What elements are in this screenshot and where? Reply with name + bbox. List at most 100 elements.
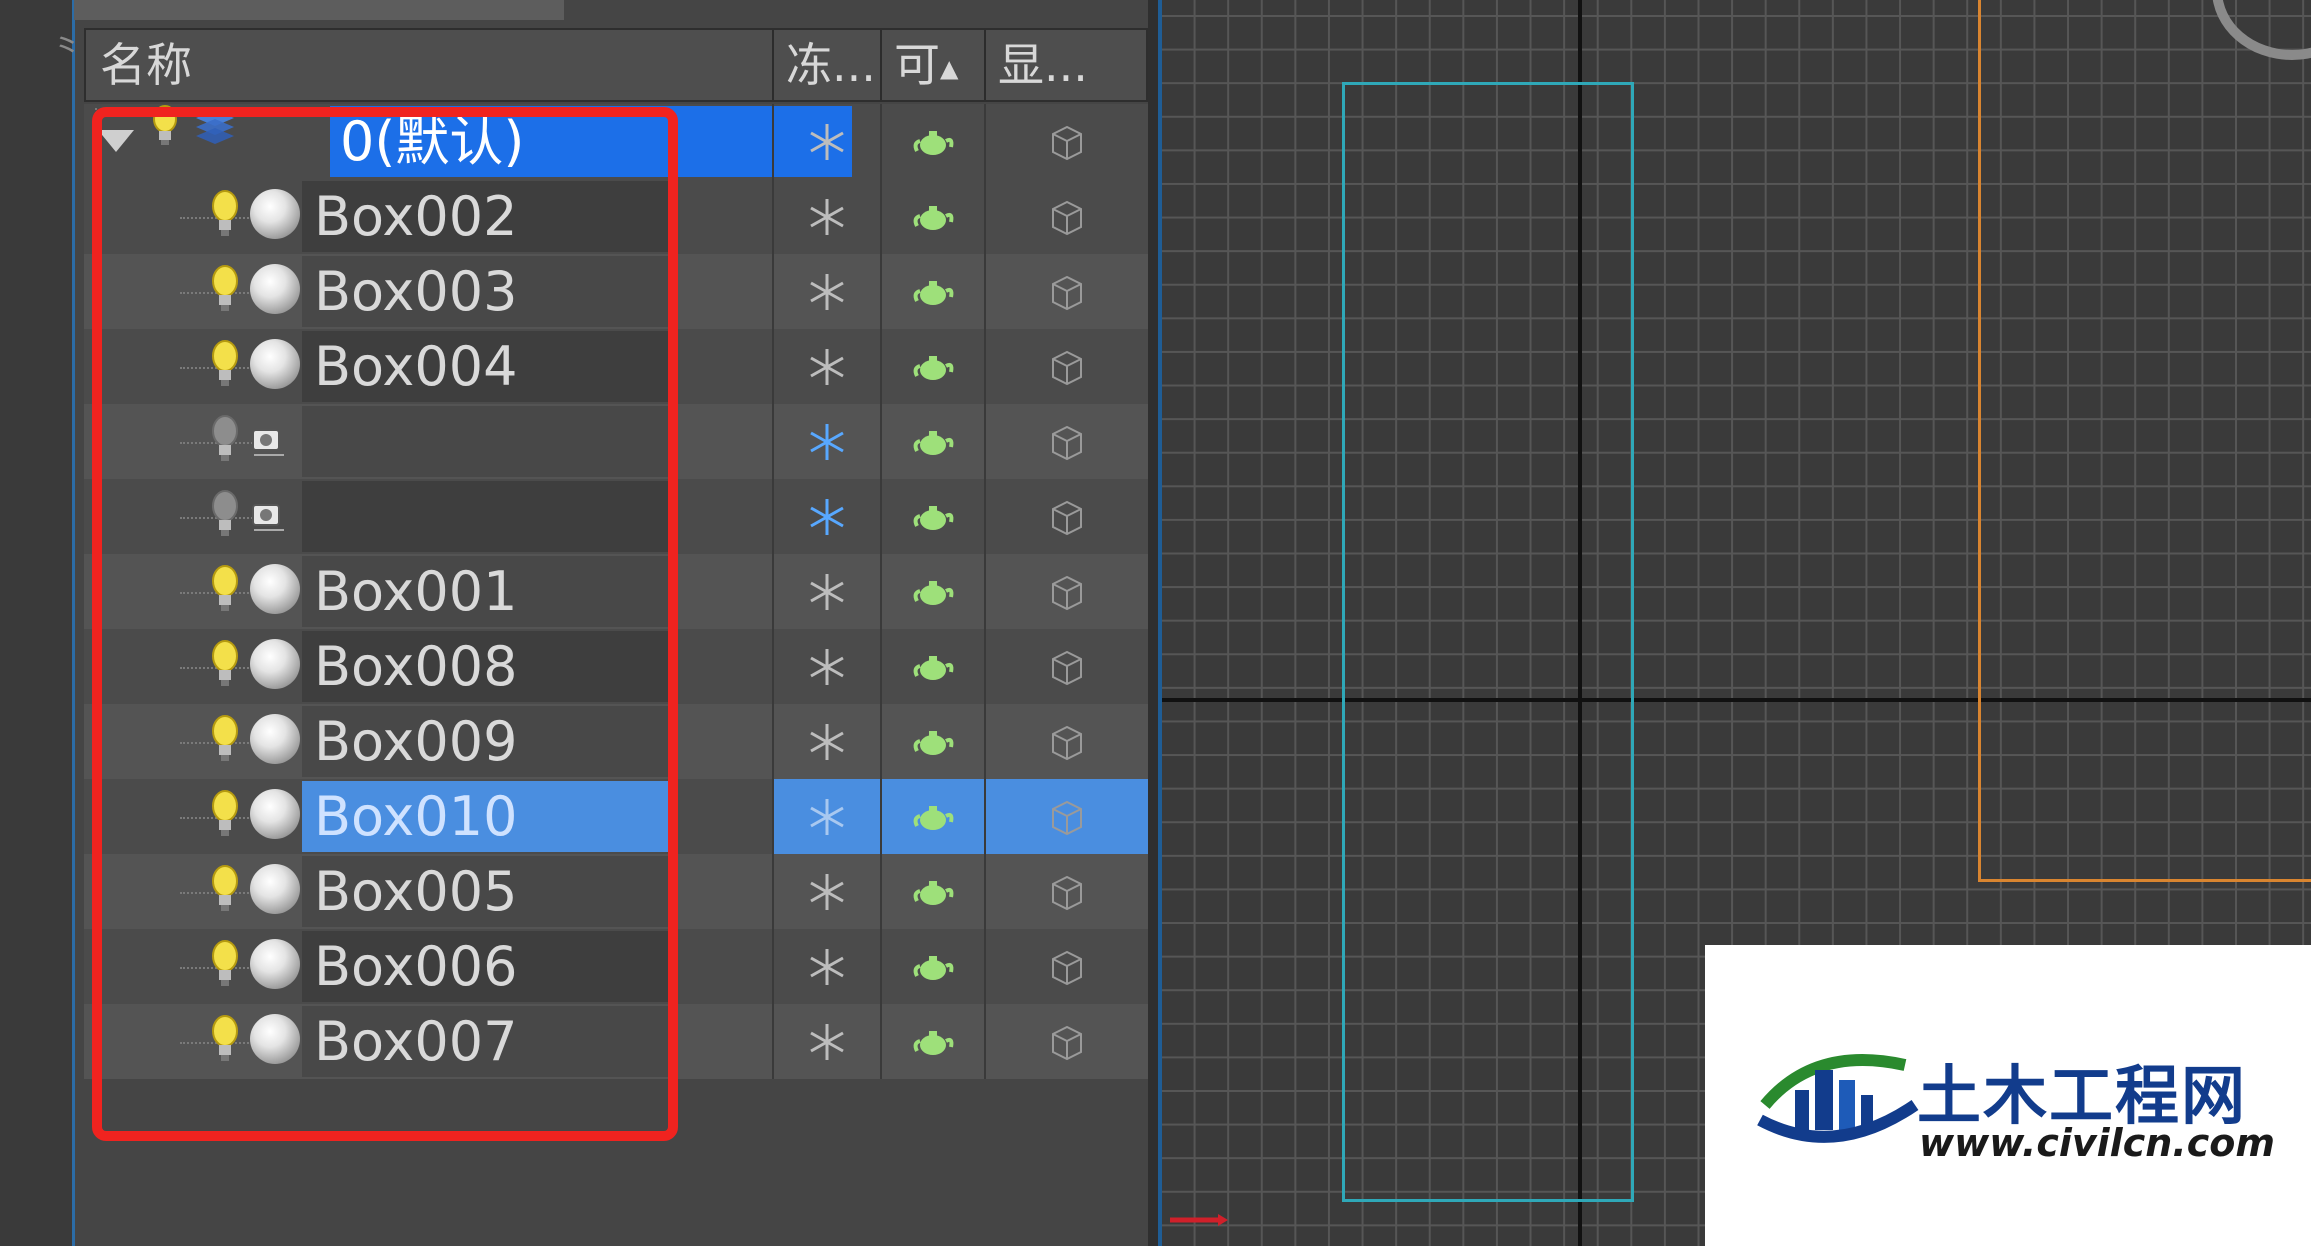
snowflake-icon bbox=[810, 1023, 844, 1060]
column-header-display[interactable]: 显... bbox=[986, 30, 1150, 100]
column-header-display-label: 显... bbox=[998, 38, 1088, 92]
teapot-icon bbox=[913, 130, 954, 155]
snowflake-icon bbox=[810, 648, 844, 685]
frozen-toggle[interactable] bbox=[772, 179, 880, 254]
box-wireframe-icon bbox=[1052, 650, 1082, 685]
box-wireframe-icon bbox=[1052, 125, 1082, 160]
display-toggle[interactable] bbox=[984, 1004, 1148, 1079]
column-header-name[interactable]: 名称 bbox=[86, 30, 774, 100]
frozen-toggle[interactable] bbox=[772, 1004, 880, 1079]
display-toggle[interactable] bbox=[984, 479, 1148, 554]
frozen-toggle[interactable] bbox=[772, 629, 880, 704]
display-toggle[interactable] bbox=[984, 554, 1148, 629]
column-header: 名称 冻... 可▲ 显... bbox=[84, 28, 1148, 102]
box-wireframe-icon bbox=[1052, 725, 1082, 760]
display-toggle[interactable] bbox=[984, 929, 1148, 1004]
snowflake-icon bbox=[810, 873, 844, 910]
box-wireframe-icon bbox=[1052, 425, 1082, 460]
renderable-toggle[interactable] bbox=[880, 554, 984, 629]
teapot-icon bbox=[913, 580, 954, 605]
box-outline-orange[interactable] bbox=[1978, 0, 2311, 882]
frozen-toggle[interactable] bbox=[772, 104, 880, 179]
box-outline-cyan[interactable] bbox=[1342, 82, 1634, 1202]
box-wireframe-icon bbox=[1052, 950, 1082, 985]
teapot-icon bbox=[913, 730, 954, 755]
renderable-toggle[interactable] bbox=[880, 254, 984, 329]
axis-tripod-icon bbox=[1170, 1214, 1228, 1226]
display-toggle[interactable] bbox=[984, 629, 1148, 704]
renderable-toggle[interactable] bbox=[880, 779, 984, 854]
panel-left-strip: ⺀ bbox=[0, 0, 84, 1246]
frozen-toggle[interactable] bbox=[772, 704, 880, 779]
renderable-toggle[interactable] bbox=[880, 329, 984, 404]
frozen-toggle[interactable] bbox=[772, 404, 880, 479]
snowflake-icon bbox=[810, 498, 844, 535]
snowflake-icon bbox=[810, 423, 844, 460]
teapot-icon bbox=[913, 205, 954, 230]
renderable-toggle[interactable] bbox=[880, 854, 984, 929]
column-header-frozen[interactable]: 冻... bbox=[774, 30, 882, 100]
teapot-icon bbox=[913, 655, 954, 680]
snowflake-icon bbox=[810, 198, 844, 235]
box-wireframe-icon bbox=[1052, 500, 1082, 535]
snowflake-icon bbox=[810, 273, 844, 310]
box-wireframe-icon bbox=[1052, 350, 1082, 385]
teapot-icon bbox=[913, 505, 954, 530]
frozen-toggle[interactable] bbox=[772, 329, 880, 404]
teapot-icon bbox=[913, 880, 954, 905]
teapot-icon bbox=[913, 355, 954, 380]
civilcn-logo-icon bbox=[1757, 1054, 1919, 1143]
frozen-toggle[interactable] bbox=[772, 554, 880, 629]
display-toggle[interactable] bbox=[984, 854, 1148, 929]
box-wireframe-icon bbox=[1052, 200, 1082, 235]
display-toggle[interactable] bbox=[984, 704, 1148, 779]
teapot-icon bbox=[913, 955, 954, 980]
display-toggle[interactable] bbox=[984, 104, 1148, 179]
display-toggle[interactable] bbox=[984, 179, 1148, 254]
highlight-annotation-box bbox=[92, 107, 678, 1141]
renderable-toggle[interactable] bbox=[880, 704, 984, 779]
horizontal-scrollbar[interactable] bbox=[74, 0, 564, 20]
snowflake-icon bbox=[810, 723, 844, 760]
box-wireframe-icon bbox=[1052, 575, 1082, 610]
display-toggle[interactable] bbox=[984, 779, 1148, 854]
display-toggle[interactable] bbox=[984, 329, 1148, 404]
frozen-toggle[interactable] bbox=[772, 254, 880, 329]
box-wireframe-icon bbox=[1052, 800, 1082, 835]
watermark-url: www.civilcn.com bbox=[1919, 1121, 2275, 1165]
box-wireframe-icon bbox=[1052, 1025, 1082, 1060]
column-header-renderable-label: 可 bbox=[894, 38, 940, 92]
snowflake-icon bbox=[810, 573, 844, 610]
snowflake-icon bbox=[810, 948, 844, 985]
sort-arrow-icon: ▲ bbox=[940, 54, 959, 83]
snowflake-icon bbox=[810, 348, 844, 385]
snowflake-icon bbox=[810, 123, 844, 160]
site-watermark: 土木工程网 www.civilcn.com bbox=[1705, 945, 2311, 1246]
renderable-toggle[interactable] bbox=[880, 404, 984, 479]
renderable-toggle[interactable] bbox=[880, 479, 984, 554]
display-toggle[interactable] bbox=[984, 404, 1148, 479]
teapot-icon bbox=[913, 430, 954, 455]
box-wireframe-icon bbox=[1052, 875, 1082, 910]
column-header-renderable[interactable]: 可▲ bbox=[882, 30, 986, 100]
frozen-toggle[interactable] bbox=[772, 479, 880, 554]
panel-divider[interactable] bbox=[1148, 0, 1158, 1246]
scene-explorer-panel: ⺀ 名称 冻... 可▲ 显... 0(默认) Box002 Box003 Bo… bbox=[0, 0, 1158, 1246]
teapot-icon bbox=[913, 1030, 954, 1055]
renderable-toggle[interactable] bbox=[880, 104, 984, 179]
box-wireframe-icon bbox=[1052, 275, 1082, 310]
column-header-frozen-label: 冻... bbox=[786, 38, 876, 92]
renderable-toggle[interactable] bbox=[880, 929, 984, 1004]
frozen-toggle[interactable] bbox=[772, 854, 880, 929]
teapot-icon bbox=[913, 280, 954, 305]
display-toggle[interactable] bbox=[984, 254, 1148, 329]
frozen-toggle[interactable] bbox=[772, 779, 880, 854]
snowflake-icon bbox=[810, 798, 844, 835]
renderable-toggle[interactable] bbox=[880, 1004, 984, 1079]
frozen-toggle[interactable] bbox=[772, 929, 880, 1004]
panel-tab-glyph[interactable]: ⺀ bbox=[50, 22, 84, 71]
renderable-toggle[interactable] bbox=[880, 629, 984, 704]
renderable-toggle[interactable] bbox=[880, 179, 984, 254]
column-header-name-label: 名称 bbox=[100, 38, 192, 92]
teapot-icon bbox=[913, 805, 954, 830]
